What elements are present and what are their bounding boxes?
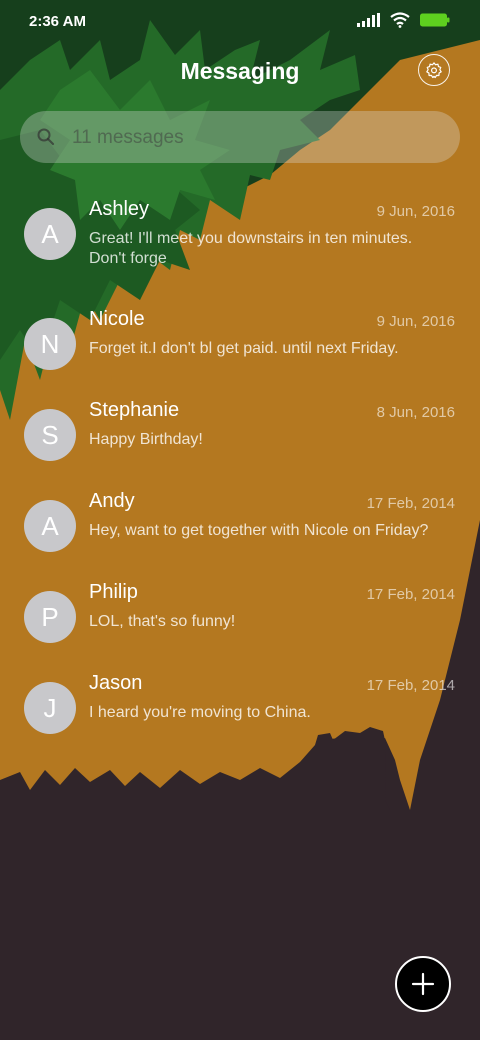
settings-button[interactable] bbox=[418, 54, 450, 86]
message-preview: Happy Birthday! bbox=[89, 431, 203, 448]
message-date: 17 Feb, 2014 bbox=[366, 677, 455, 694]
search-bar[interactable]: 11 messages bbox=[20, 111, 460, 163]
message-date: 17 Feb, 2014 bbox=[366, 495, 455, 512]
message-preview: Hey, want to get together with Nicole on… bbox=[89, 522, 429, 539]
avatar: A bbox=[24, 500, 76, 552]
status-time: 2:36 AM bbox=[29, 13, 86, 30]
wifi-icon bbox=[390, 12, 410, 28]
avatar: A bbox=[24, 208, 76, 260]
contact-name: Jason bbox=[89, 672, 143, 694]
message-date: 9 Jun, 2016 bbox=[376, 313, 455, 330]
message-preview: Great! I'll meet you downstairs in ten m… bbox=[89, 230, 413, 267]
plus-icon bbox=[411, 972, 435, 996]
page-title: Messaging bbox=[180, 58, 300, 84]
conversation-item[interactable]: A Andy 17 Feb, 2014 Hey, want to get tog… bbox=[0, 482, 480, 573]
conversation-item[interactable]: A Ashley 9 Jun, 2016 Great! I'll meet yo… bbox=[0, 190, 480, 281]
avatar: N bbox=[24, 318, 76, 370]
message-date: 8 Jun, 2016 bbox=[376, 404, 455, 421]
search-placeholder: 11 messages bbox=[72, 127, 184, 148]
battery-icon bbox=[420, 13, 450, 27]
search-icon bbox=[37, 128, 55, 146]
signal-icon bbox=[357, 13, 380, 27]
conversation-item[interactable]: N Nicole 9 Jun, 2016 Forget it.I don't b… bbox=[0, 300, 480, 391]
avatar: S bbox=[24, 409, 76, 461]
message-preview: Forget it.I don't bl get paid. until nex… bbox=[89, 340, 399, 357]
conversation-item[interactable]: J Jason 17 Feb, 2014 I heard you're movi… bbox=[0, 664, 480, 755]
status-icons bbox=[357, 12, 450, 28]
avatar: P bbox=[24, 591, 76, 643]
avatar: J bbox=[24, 682, 76, 734]
message-preview: I heard you're moving to China. bbox=[89, 704, 311, 721]
conversation-item[interactable]: S Stephanie 8 Jun, 2016 Happy Birthday! bbox=[0, 391, 480, 482]
message-date: 9 Jun, 2016 bbox=[376, 203, 455, 220]
new-message-button[interactable] bbox=[395, 956, 451, 1012]
contact-name: Andy bbox=[89, 490, 135, 512]
message-date: 17 Feb, 2014 bbox=[366, 586, 455, 603]
contact-name: Ashley bbox=[89, 198, 150, 220]
status-bar: 2:36 AM bbox=[0, 0, 480, 44]
conversation-item[interactable]: P Philip 17 Feb, 2014 LOL, that's so fun… bbox=[0, 573, 480, 664]
message-preview: LOL, that's so funny! bbox=[89, 613, 236, 630]
contact-name: Nicole bbox=[89, 308, 145, 330]
conversation-list: A Ashley 9 Jun, 2016 Great! I'll meet yo… bbox=[0, 190, 480, 755]
gear-icon bbox=[426, 62, 442, 79]
contact-name: Philip bbox=[89, 581, 138, 603]
contact-name: Stephanie bbox=[89, 399, 180, 421]
